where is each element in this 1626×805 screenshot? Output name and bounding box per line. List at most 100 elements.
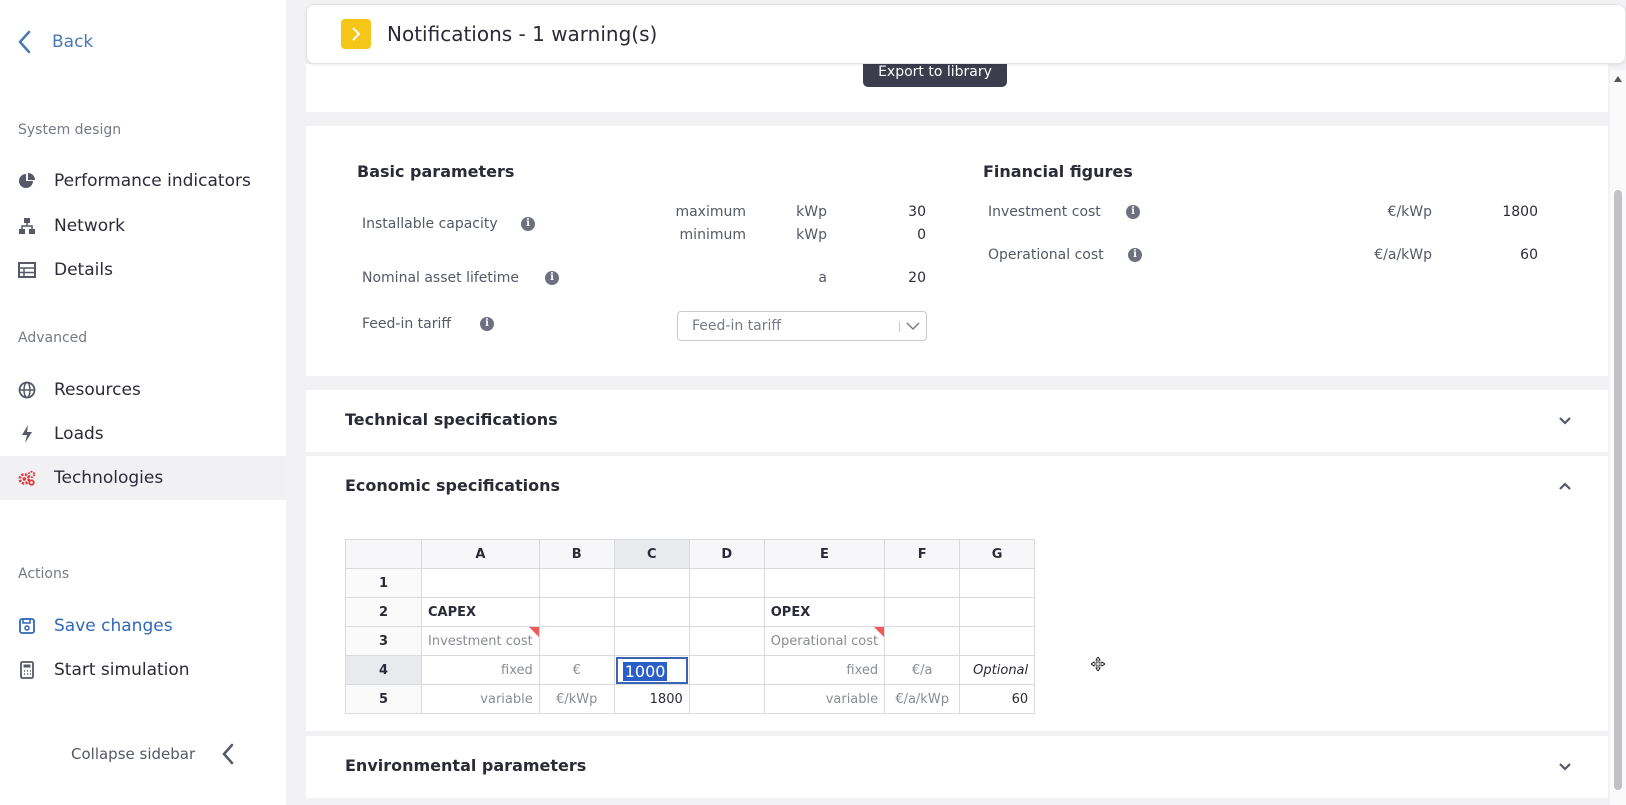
sheet-cell[interactable]: fixed xyxy=(763,655,886,685)
sidebar-item-resources[interactable]: Resources xyxy=(0,368,286,412)
sheet-cell[interactable]: fixed xyxy=(421,655,540,685)
globe-icon xyxy=(18,381,36,399)
sheet-cell[interactable] xyxy=(959,597,1036,627)
sheet-cell-capex[interactable]: CAPEX xyxy=(421,597,540,627)
info-icon[interactable]: i xyxy=(545,271,559,285)
sheet-cell-operational-cost[interactable]: Operational cost xyxy=(763,626,886,656)
maximum-label: maximum xyxy=(675,204,746,220)
investment-cost-unit: €/kWp xyxy=(1387,204,1432,220)
collapse-sidebar-button[interactable]: Collapse sidebar xyxy=(71,742,237,766)
scroll-up-arrow-icon[interactable] xyxy=(1614,76,1622,82)
sheet-cell[interactable] xyxy=(613,568,690,598)
chevron-right-icon xyxy=(352,27,361,41)
main-content: Notifications - 1 warning(s) Export to l… xyxy=(306,0,1626,805)
sheet-cell[interactable] xyxy=(959,568,1036,598)
cell-edit-input[interactable] xyxy=(615,657,688,684)
sheet-corner[interactable] xyxy=(345,539,422,569)
sidebar-item-label: Resources xyxy=(54,380,141,400)
sheet-cell[interactable]: € xyxy=(538,655,615,685)
investment-cost-label: Investment cost xyxy=(988,204,1101,220)
lifetime-value[interactable]: 20 xyxy=(866,270,926,286)
export-to-library-button[interactable]: Export to library xyxy=(863,62,1007,87)
vertical-scrollbar[interactable] xyxy=(1610,70,1626,805)
sheet-cell-editor[interactable]: 1000 xyxy=(613,655,690,685)
economic-specifications-accordion[interactable]: Economic specifications xyxy=(306,456,1608,518)
sheet-cell[interactable] xyxy=(688,684,765,714)
sheet-cell[interactable] xyxy=(613,597,690,627)
sheet-cell[interactable]: €/a/kWp xyxy=(884,684,961,714)
technical-specifications-accordion[interactable]: Technical specifications xyxy=(306,390,1608,452)
capacity-max-value[interactable]: 30 xyxy=(866,204,926,220)
info-icon[interactable]: i xyxy=(1128,248,1142,262)
sheet-cell[interactable]: 60 xyxy=(959,684,1036,714)
chevron-down-icon xyxy=(1559,417,1571,425)
column-header[interactable]: D xyxy=(688,539,765,569)
investment-cost-value[interactable]: 1800 xyxy=(1466,204,1538,220)
row-header[interactable]: 1 xyxy=(345,568,422,598)
capacity-min-value[interactable]: 0 xyxy=(866,227,926,243)
column-header[interactable]: F xyxy=(884,539,961,569)
sheet-cell[interactable]: €/kWp xyxy=(538,684,615,714)
sheet-cell[interactable] xyxy=(884,568,961,598)
operational-cost-value[interactable]: 60 xyxy=(1466,247,1538,263)
sheet-cell[interactable] xyxy=(884,597,961,627)
row-header[interactable]: 2 xyxy=(345,597,422,627)
row-header[interactable]: 5 xyxy=(345,684,422,714)
start-simulation-button[interactable]: Start simulation xyxy=(0,648,286,692)
info-icon[interactable]: i xyxy=(1126,205,1140,219)
select-separator xyxy=(899,321,900,332)
feed-in-tariff-label: Feed-in tariff xyxy=(362,316,452,332)
section-label-system-design: System design xyxy=(18,122,122,138)
sheet-cell[interactable]: Optional xyxy=(959,655,1036,685)
column-header[interactable]: G xyxy=(959,539,1036,569)
sheet-cell[interactable] xyxy=(538,568,615,598)
sheet-cell[interactable] xyxy=(538,626,615,656)
info-icon[interactable]: i xyxy=(521,217,535,231)
sheet-cell[interactable] xyxy=(688,626,765,656)
scrollbar-thumb[interactable] xyxy=(1614,190,1622,790)
sheet-cell-investment-cost[interactable]: Investment cost xyxy=(421,626,540,656)
lifetime-unit: a xyxy=(818,270,827,286)
sidebar-item-loads[interactable]: Loads xyxy=(0,412,286,456)
parameters-card: Basic parameters Installable capacity i … xyxy=(306,126,1608,376)
sheet-cell[interactable]: variable xyxy=(763,684,886,714)
back-button[interactable]: Back xyxy=(14,28,93,56)
chevron-down-icon xyxy=(906,322,920,331)
row-header[interactable]: 3 xyxy=(345,626,422,656)
sheet-cell[interactable]: 1800 xyxy=(613,684,690,714)
sidebar-item-details[interactable]: Details xyxy=(0,248,286,292)
column-header[interactable]: B xyxy=(538,539,615,569)
sheet-cell[interactable] xyxy=(884,626,961,656)
sheet-cell[interactable] xyxy=(613,626,690,656)
sheet-cell[interactable]: €/a xyxy=(884,655,961,685)
notifications-bar[interactable]: Notifications - 1 warning(s) xyxy=(306,4,1626,64)
section-label-advanced: Advanced xyxy=(18,330,88,346)
sidebar-item-technologies[interactable]: Technologies xyxy=(0,456,286,500)
sheet-cell[interactable] xyxy=(959,626,1036,656)
calculator-icon xyxy=(18,661,36,679)
sheet-cell[interactable]: variable xyxy=(421,684,540,714)
feed-in-tariff-select[interactable]: Feed-in tariff xyxy=(677,311,927,341)
column-header[interactable]: C xyxy=(613,539,690,569)
info-icon[interactable]: i xyxy=(480,317,494,331)
column-header[interactable]: A xyxy=(421,539,540,569)
save-changes-button[interactable]: Save changes xyxy=(0,604,286,648)
sheet-cell[interactable] xyxy=(763,568,886,598)
sheet-cell-opex[interactable]: OPEX xyxy=(763,597,886,627)
economic-spreadsheet[interactable]: A B C D E F G 1 2 CAPEX OPEX 3 Investmen… xyxy=(345,539,1036,714)
sheet-cell[interactable] xyxy=(688,655,765,685)
sheet-cell[interactable] xyxy=(538,597,615,627)
notifications-toggle-button[interactable] xyxy=(341,19,371,49)
sheet-cell[interactable] xyxy=(421,568,540,598)
sidebar-item-performance-indicators[interactable]: Performance indicators xyxy=(0,159,286,203)
sheet-cell[interactable] xyxy=(688,597,765,627)
row-header[interactable]: 4 xyxy=(345,655,422,685)
column-header[interactable]: E xyxy=(763,539,886,569)
technical-specifications-title: Technical specifications xyxy=(345,410,558,429)
environmental-parameters-accordion[interactable]: Environmental parameters xyxy=(306,736,1608,798)
minimum-label: minimum xyxy=(679,227,746,243)
sidebar-item-network[interactable]: Network xyxy=(0,204,286,248)
sheet-cell[interactable] xyxy=(688,568,765,598)
table-icon xyxy=(18,261,36,279)
back-label: Back xyxy=(52,32,94,52)
